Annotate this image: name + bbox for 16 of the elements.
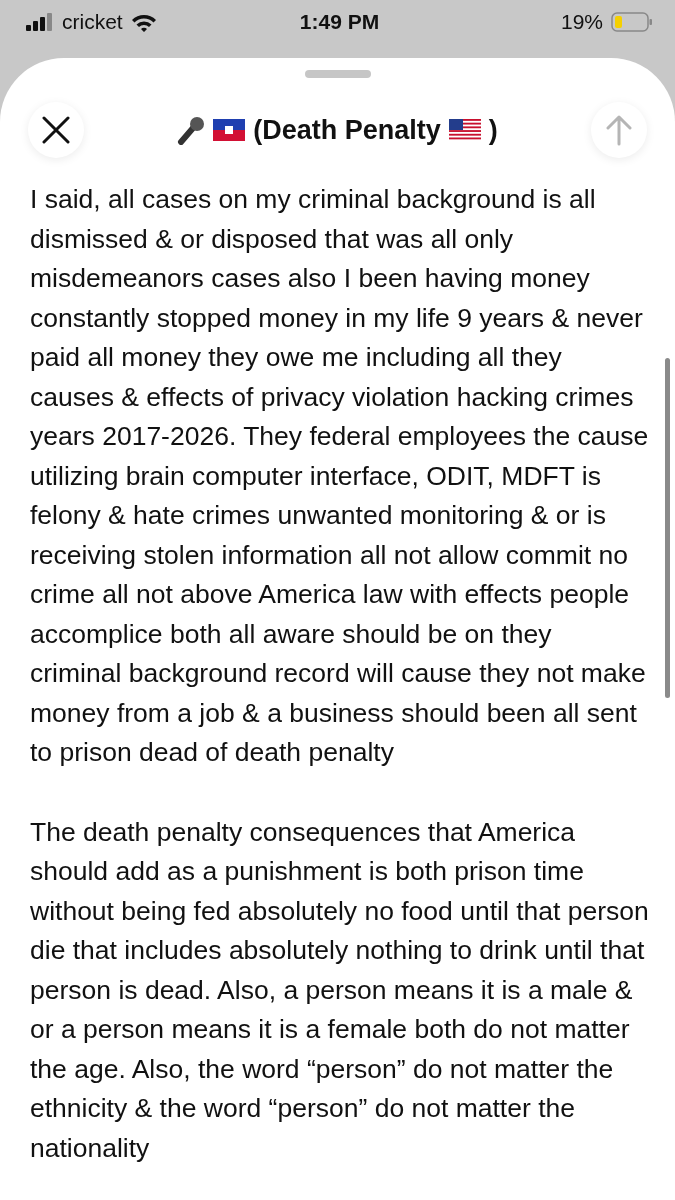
- carrier-name: cricket: [62, 10, 123, 34]
- flag-icon: [213, 119, 246, 141]
- battery-icon: [611, 12, 653, 32]
- sheet-handle[interactable]: [304, 70, 371, 78]
- wifi-icon: [130, 12, 157, 32]
- microphone-icon: [177, 115, 206, 145]
- draft-subject: ): [488, 114, 498, 146]
- battery-percent: 19%: [560, 10, 603, 34]
- message-paragraph: The death penalty consequences that America should add as a punishment is both prison time without being fed absolutely no food until that person die that includes absolutely nothing to drink until that person is dead. Also, a person means it is a male & or a person means it is a female both do not matter the age. Also, the word “person” do not matter the ethnicity & the word “person” do not matter the nationality: [30, 815, 649, 1165]
- message-paragraph: I said, all cases on my criminal background is all dismissed & or disposed that was all only misdemeanors cases also I been having money constantly stopped money in my life 9 years & never paid all money they owe me including all they causes & effects of privacy violation hacking crimes years 2017-2026. They federal employees the cause utilizing brain computer interface, ODIT, MDFT is felony & hate crimes unwanted monitoring & or is receiving stolen information all not allow commit no crime all not above America law with effects people accomplice both all aware should be on they criminal background record will cause they not make money from a job & a business should been all sent to prison dead of death penalty: [30, 183, 649, 769]
- clock-time: 1:49 PM: [299, 10, 380, 34]
- arrow-up-icon: [606, 114, 632, 146]
- draft-subject: (Death Penalty: [253, 114, 441, 146]
- flag-icon: [448, 119, 481, 141]
- signal-icon: [26, 13, 54, 31]
- close-icon: [42, 116, 70, 144]
